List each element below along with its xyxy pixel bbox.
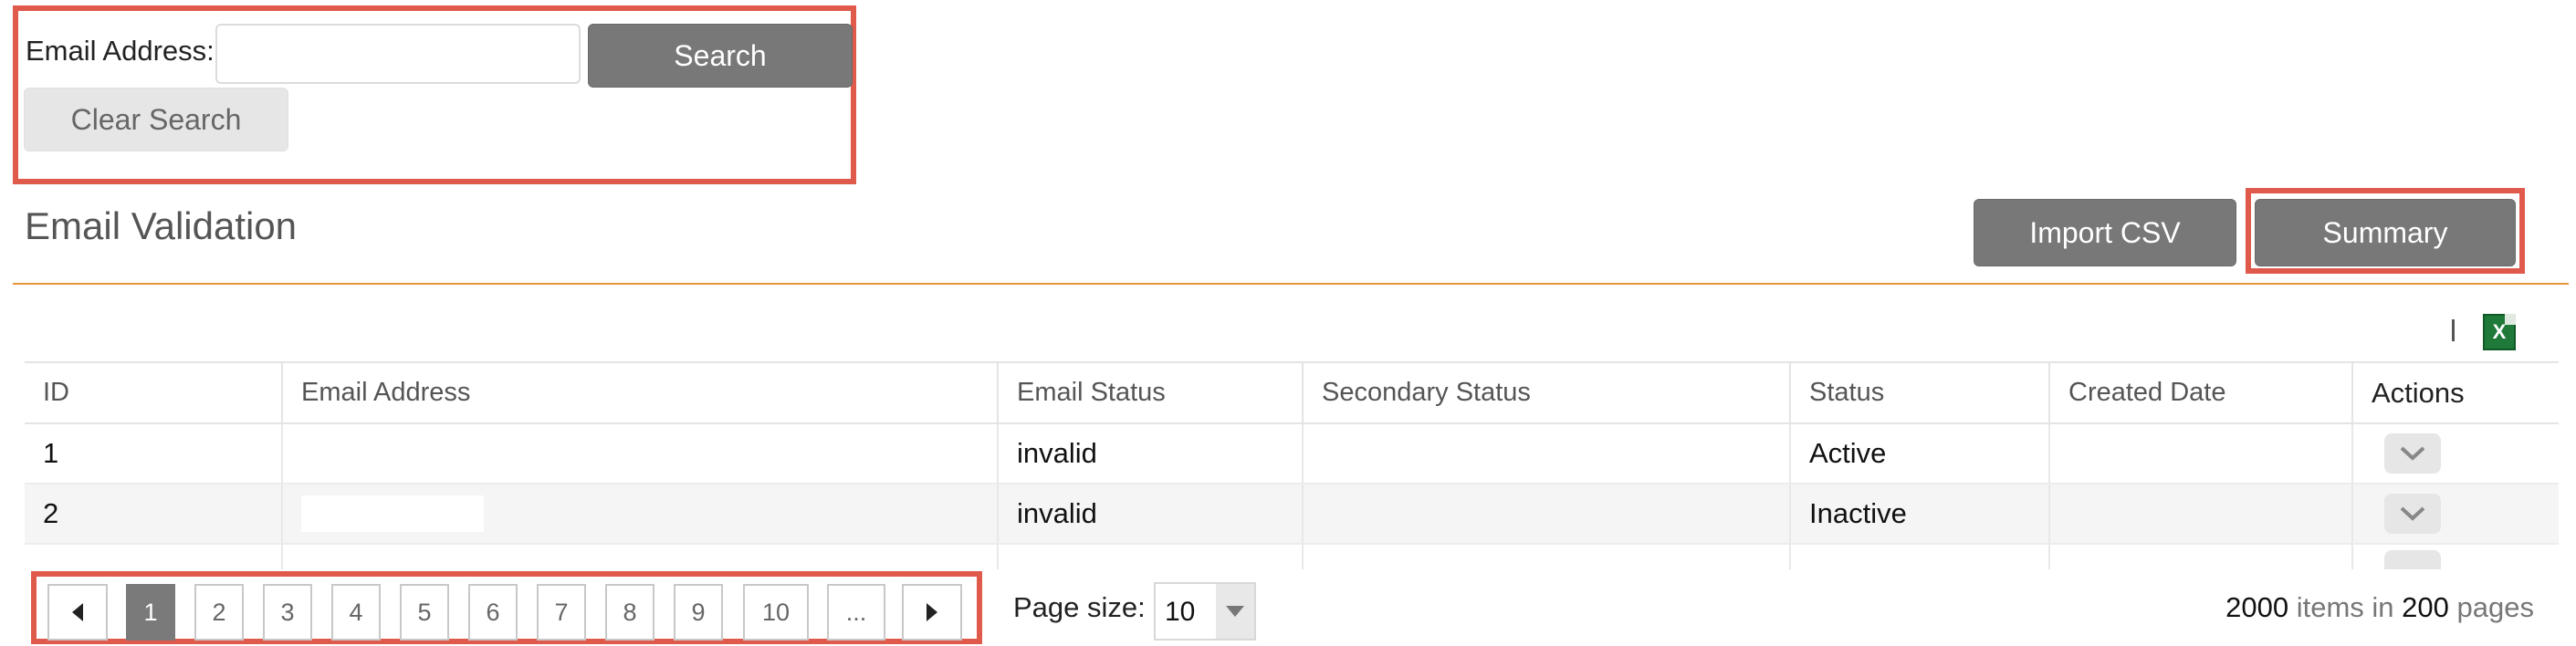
page-size-label: Page size: — [1013, 591, 1146, 623]
page-button-6[interactable]: 6 — [468, 584, 518, 641]
pages-text: pages — [2456, 591, 2534, 623]
page-button-5[interactable]: 5 — [400, 584, 449, 641]
table-row[interactable]: 1 invalid Active — [25, 423, 2559, 484]
chevron-down-icon — [2400, 446, 2425, 461]
page-size-value: 10 — [1165, 597, 1196, 627]
separator-icon — [2452, 319, 2455, 341]
cell-id: 1 — [25, 423, 283, 484]
cell-status: Inactive — [1790, 484, 2050, 545]
redacted-email — [301, 495, 484, 532]
page-button-1[interactable]: 1 — [126, 584, 175, 641]
cell-id: 2 — [25, 484, 283, 545]
column-header-email-address[interactable]: Email Address — [282, 363, 999, 424]
column-header-secondary-status[interactable]: Secondary Status — [1303, 363, 1791, 424]
excel-export-icon[interactable]: X — [2483, 314, 2516, 350]
table-header-row: ID Email Address Email Status Secondary … — [25, 363, 2559, 424]
cell-actions — [2352, 423, 2559, 484]
email-address-label: Email Address: — [26, 35, 215, 67]
email-address-input[interactable] — [215, 24, 581, 84]
column-header-created-date[interactable]: Created Date — [2049, 363, 2353, 424]
cell-created-date — [2049, 423, 2353, 484]
column-header-email-status[interactable]: Email Status — [998, 363, 1304, 424]
header-divider — [13, 283, 2569, 285]
cell-email-address — [282, 423, 999, 484]
row-actions-button[interactable] — [2384, 494, 2441, 534]
table-row[interactable]: 2 invalid Inactive — [25, 484, 2559, 545]
prev-page-button[interactable] — [47, 584, 108, 641]
page-size-select[interactable]: 10 — [1154, 582, 1256, 641]
table-row[interactable] — [25, 544, 2559, 569]
page-button-7[interactable]: 7 — [537, 584, 586, 641]
page-button-2[interactable]: 2 — [194, 584, 244, 641]
page-button-9[interactable]: 9 — [674, 584, 723, 641]
page-button-3[interactable]: 3 — [263, 584, 312, 641]
page-button-more[interactable]: ... — [827, 584, 885, 641]
cell-email-status: invalid — [998, 484, 1304, 545]
column-header-actions: Actions — [2352, 363, 2559, 424]
pager-info: 2000 items in 200 pages — [2225, 591, 2534, 624]
email-validation-grid: ID Email Address Email Status Secondary … — [25, 361, 2559, 569]
cell-secondary-status — [1303, 423, 1791, 484]
page-title: Email Validation — [25, 204, 298, 247]
total-items: 2000 — [2225, 591, 2289, 623]
import-csv-button[interactable]: Import CSV — [1974, 199, 2236, 266]
dropdown-arrow-icon[interactable] — [1216, 584, 1254, 639]
row-actions-button[interactable] — [2384, 550, 2441, 569]
chevron-down-icon — [2400, 506, 2425, 521]
row-actions-button[interactable] — [2384, 433, 2441, 474]
triangle-right-icon — [927, 603, 937, 621]
search-button[interactable]: Search — [588, 24, 853, 88]
page-button-10[interactable]: 10 — [743, 584, 809, 641]
items-in-text: items in — [2296, 591, 2394, 623]
cell-created-date — [2049, 484, 2353, 545]
clear-search-button[interactable]: Clear Search — [24, 88, 288, 151]
next-page-button[interactable] — [902, 584, 962, 641]
column-header-id[interactable]: ID — [25, 363, 283, 424]
cell-actions — [2352, 484, 2559, 545]
page-button-4[interactable]: 4 — [331, 584, 381, 641]
summary-button[interactable]: Summary — [2255, 199, 2516, 266]
cell-status: Active — [1790, 423, 2050, 484]
column-header-status[interactable]: Status — [1790, 363, 2050, 424]
cell-email-address — [282, 484, 999, 545]
total-pages: 200 — [2402, 591, 2449, 623]
cell-secondary-status — [1303, 484, 1791, 545]
page-button-8[interactable]: 8 — [605, 584, 654, 641]
cell-email-status: invalid — [998, 423, 1304, 484]
triangle-left-icon — [72, 603, 83, 621]
